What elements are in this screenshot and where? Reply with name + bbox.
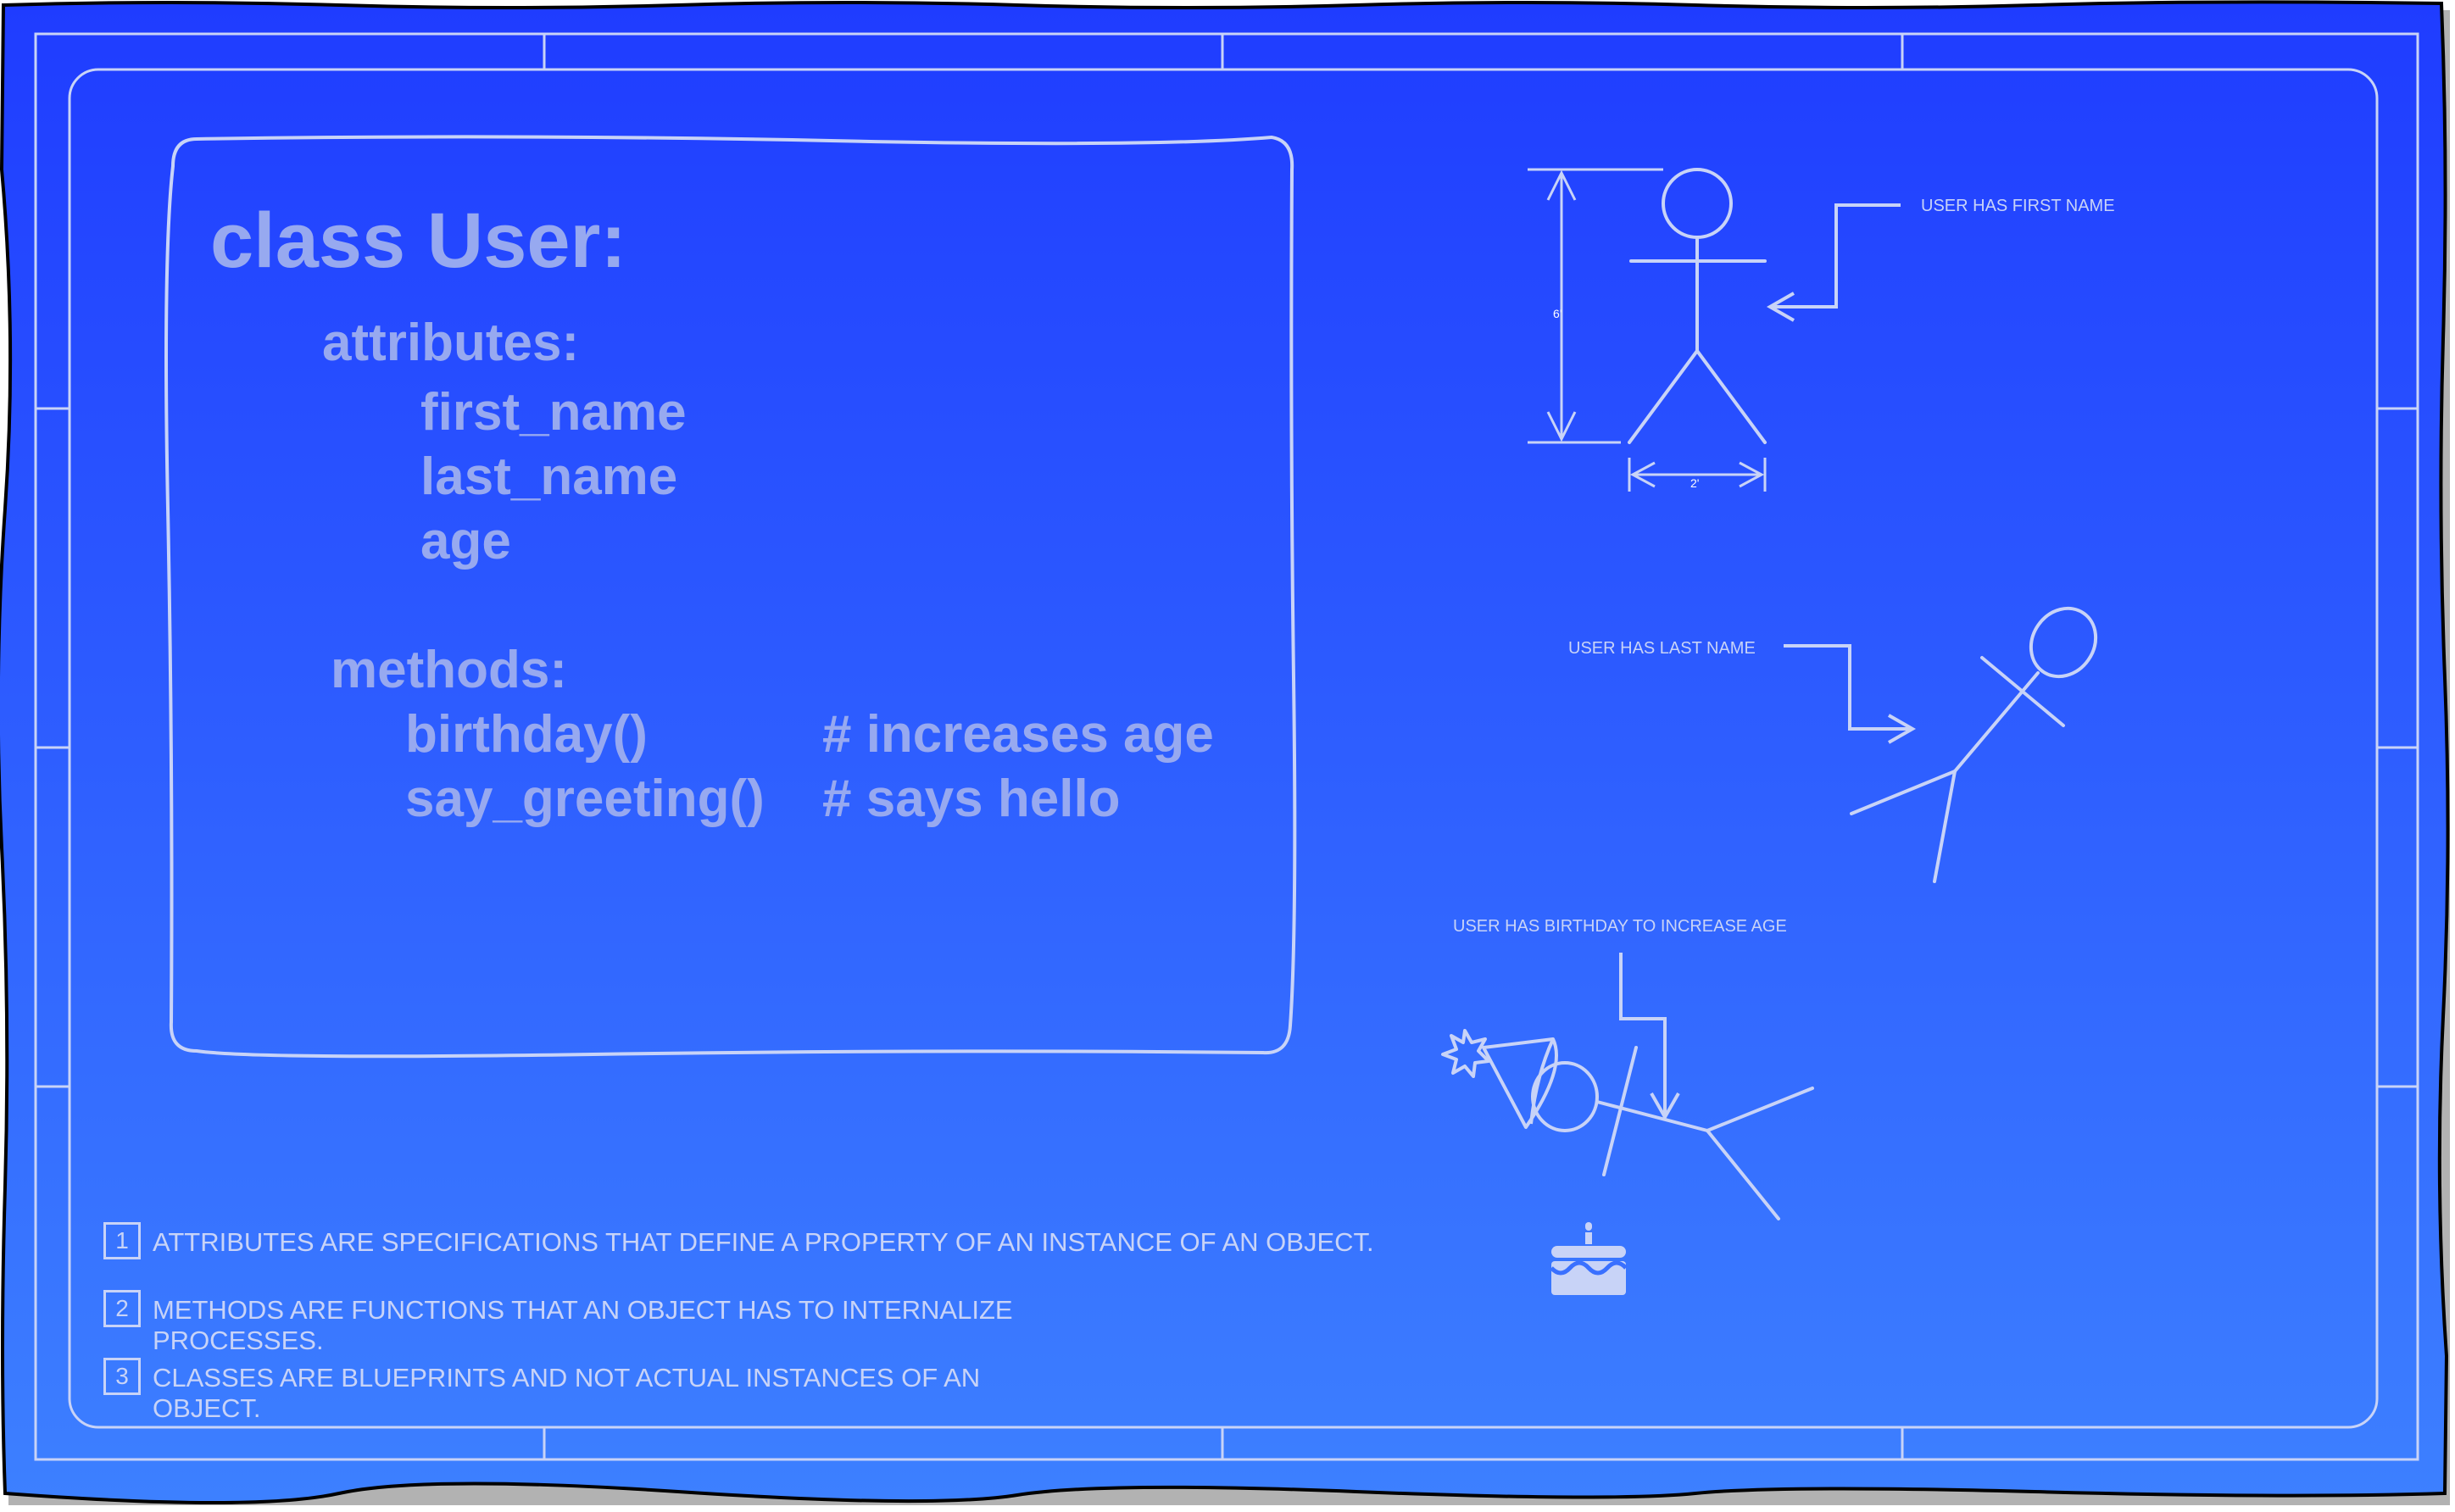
first-name-label: USER HAS FIRST NAME bbox=[1921, 197, 2115, 215]
note-number-1: 1 bbox=[103, 1222, 141, 1259]
note-number-2: 2 bbox=[103, 1290, 141, 1327]
note-text-1: ATTRIBUTES ARE SPECIFICATIONS THAT DEFIN… bbox=[153, 1227, 1374, 1257]
width-dimension-label: 2' bbox=[1690, 476, 1700, 490]
attribute-first-name: first_name bbox=[420, 383, 687, 442]
last-name-label: USER HAS LAST NAME bbox=[1568, 639, 1756, 658]
method-say-greeting: say_greeting() bbox=[405, 770, 765, 828]
method-birthday: birthday() bbox=[405, 705, 648, 764]
blueprint-canvas: class User: attributes: first_name last_… bbox=[0, 0, 2455, 1512]
method-say-greeting-comment: # says hello bbox=[822, 770, 1121, 828]
cake-icon bbox=[1550, 1222, 1628, 1295]
attribute-age: age bbox=[420, 512, 511, 570]
note-number-3: 3 bbox=[103, 1358, 141, 1395]
class-title: class User: bbox=[210, 197, 626, 284]
attributes-header: attributes: bbox=[322, 314, 580, 372]
birthday-label: USER HAS BIRTHDAY TO INCREASE AGE bbox=[1453, 917, 1787, 936]
method-birthday-comment: # increases age bbox=[822, 705, 1214, 764]
note-text-2: METHODS ARE FUNCTIONS THAT AN OBJECT HAS… bbox=[153, 1295, 1013, 1355]
note-text-3: CLASSES ARE BLUEPRINTS AND NOT ACTUAL IN… bbox=[153, 1363, 981, 1423]
attribute-last-name: last_name bbox=[420, 447, 678, 506]
methods-header: methods: bbox=[331, 641, 567, 699]
height-dimension-label: 6' bbox=[1553, 307, 1562, 320]
